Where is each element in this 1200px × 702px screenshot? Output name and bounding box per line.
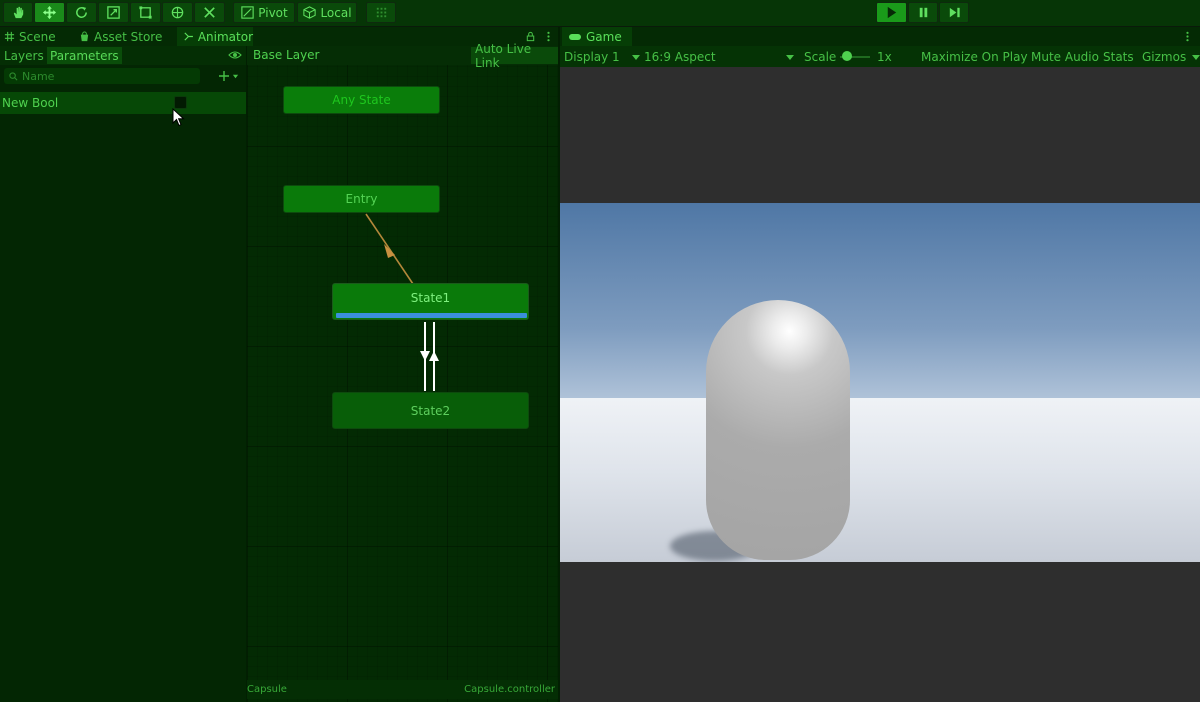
pivot-toggle[interactable]: Pivot [233, 2, 295, 23]
scale-label: Scale [804, 49, 837, 64]
search-icon [9, 71, 18, 80]
play-button[interactable] [876, 2, 907, 23]
up-arrow-icon [429, 351, 439, 361]
local-label: Local [320, 5, 352, 20]
grid-snap-icon [376, 7, 386, 18]
tab-animator-label: Animator [197, 29, 253, 44]
transitions-layer [365, 213, 439, 391]
parameter-search-input[interactable]: Name [4, 68, 200, 84]
capsule-object [706, 300, 850, 560]
cube-icon [303, 6, 317, 19]
play-icon [887, 6, 897, 19]
parameter-row[interactable]: New Bool [0, 92, 246, 114]
down-arrow-icon [420, 351, 430, 361]
add-parameter-button[interactable] [218, 68, 239, 84]
rotate-icon [76, 6, 87, 18]
pivot-icon [241, 6, 254, 19]
right-tab-row: Game [560, 27, 1200, 46]
move-icon [42, 5, 57, 20]
mute-audio-toggle[interactable]: Mute Audio [1031, 46, 1099, 67]
tab-animator[interactable]: Animator [177, 27, 253, 46]
tab-game-label: Game [586, 29, 622, 44]
main-toolbar: Pivot Local [0, 0, 1200, 27]
aspect-label: 16:9 Aspect [644, 49, 716, 64]
pause-button[interactable] [908, 2, 938, 23]
maximize-on-play-toggle[interactable]: Maximize On Play [921, 46, 1028, 67]
rect-icon [139, 6, 152, 19]
custom-tool-icon [204, 7, 215, 18]
eye-icon [228, 51, 242, 59]
chevron-down-icon [232, 74, 239, 78]
tab-layers[interactable]: Layers [1, 47, 47, 64]
ground-plane [560, 398, 1200, 562]
tab-asset-store[interactable]: Asset Store [79, 27, 162, 46]
gamepad-icon [569, 33, 581, 40]
animator-parameters-panel: Layers Parameters Name New Bool [0, 46, 246, 702]
transform-tool-button[interactable] [162, 2, 193, 23]
pause-icon [919, 7, 927, 18]
tab-parameters[interactable]: Parameters [47, 47, 122, 64]
rect-tool-button[interactable] [130, 2, 161, 23]
step-icon [949, 7, 960, 18]
display-label: Display 1 [564, 49, 620, 64]
parameter-name[interactable]: New Bool [2, 96, 58, 110]
kebab-menu-icon [1186, 31, 1189, 42]
kebab-menu-icon [547, 31, 550, 42]
grid-snap-button[interactable] [366, 2, 396, 23]
local-toggle[interactable]: Local [297, 2, 357, 23]
step-button[interactable] [939, 2, 969, 23]
plus-icon [219, 71, 229, 81]
display-dropdown[interactable]: Display 1 [564, 46, 640, 67]
scale-tool-button[interactable] [98, 2, 129, 23]
hand-tool-button[interactable] [3, 2, 33, 23]
game-view-panel: Display 1 16:9 Aspect Scale 1x Maximize … [560, 46, 1200, 702]
rotate-tool-button[interactable] [66, 2, 97, 23]
scene-grid-icon [4, 31, 15, 42]
animator-graph[interactable]: Base Layer Auto Live Link Any State Entr… [247, 42, 558, 702]
scale-slider-thumb[interactable] [842, 51, 852, 61]
lock-icon [526, 31, 535, 42]
hand-icon [13, 6, 23, 19]
scale-value: 1x [877, 49, 892, 64]
transform-icon [171, 6, 184, 19]
game-toolbar: Display 1 16:9 Aspect Scale 1x Maximize … [560, 46, 1200, 67]
mouse-cursor-icon [172, 108, 185, 127]
chevron-down-icon [1192, 54, 1200, 60]
tab-asset-store-label: Asset Store [94, 29, 163, 44]
node-state1[interactable]: State1 [332, 283, 529, 320]
custom-tool-button[interactable] [194, 2, 225, 23]
gizmos-dropdown[interactable]: Gizmos [1142, 46, 1200, 67]
tab-scene-label: Scene [19, 29, 56, 44]
right-pane-menu-button[interactable] [1182, 27, 1197, 46]
footer-controller-name: Capsule.controller [464, 684, 555, 695]
footer-object-name: Capsule [247, 684, 287, 695]
tab-game[interactable]: Game [562, 27, 632, 46]
entry-transition-line [365, 213, 414, 285]
eye-toggle[interactable] [228, 49, 242, 63]
game-viewport[interactable] [560, 203, 1200, 562]
aspect-dropdown[interactable]: 16:9 Aspect [644, 46, 794, 67]
gizmos-label: Gizmos [1142, 49, 1187, 64]
state-progress-bar [336, 313, 527, 318]
chevron-down-icon [786, 55, 794, 60]
search-placeholder: Name [22, 69, 55, 83]
pivot-label: Pivot [258, 5, 288, 20]
node-state1-label: State1 [410, 291, 451, 305]
animator-subtabs: Layers Parameters [0, 46, 246, 65]
chevron-down-icon [631, 54, 640, 60]
animator-icon [184, 32, 193, 41]
move-tool-button[interactable] [34, 2, 65, 23]
scale-icon [107, 6, 120, 19]
stats-toggle[interactable]: Stats [1103, 46, 1134, 67]
animator-footer: Capsule Capsule.controller [247, 680, 558, 699]
tab-scene[interactable]: Scene [4, 27, 56, 46]
node-any-state[interactable]: Any State [283, 86, 440, 114]
node-state2[interactable]: State2 [332, 392, 529, 429]
shopping-bag-icon [80, 31, 89, 42]
node-entry[interactable]: Entry [283, 185, 440, 213]
